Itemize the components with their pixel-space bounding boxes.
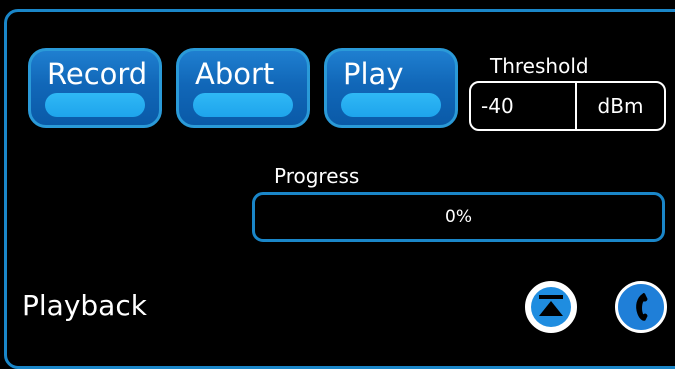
record-button-highlight [45, 93, 145, 117]
progress-bar: 0% [252, 192, 665, 242]
abort-button-highlight [193, 93, 293, 117]
play-button-highlight [341, 93, 441, 117]
progress-percent: 0% [445, 207, 472, 227]
threshold-unit: dBm [597, 94, 644, 118]
page-title: Playback [22, 289, 147, 322]
threshold-label: Threshold [490, 54, 589, 78]
abort-button-label: Abort [195, 57, 275, 91]
phone-button[interactable] [615, 281, 667, 333]
phone-icon [636, 293, 648, 321]
eject-button[interactable] [525, 281, 577, 333]
play-button-label: Play [343, 57, 404, 91]
abort-button[interactable]: Abort [176, 48, 310, 128]
record-button[interactable]: Record [28, 48, 162, 128]
play-button[interactable]: Play [324, 48, 458, 128]
threshold-field[interactable]: -40 dBm [469, 81, 666, 131]
progress-label: Progress [274, 164, 360, 188]
eject-icon [539, 295, 563, 316]
threshold-value[interactable]: -40 [471, 83, 577, 129]
record-button-label: Record [47, 57, 148, 91]
